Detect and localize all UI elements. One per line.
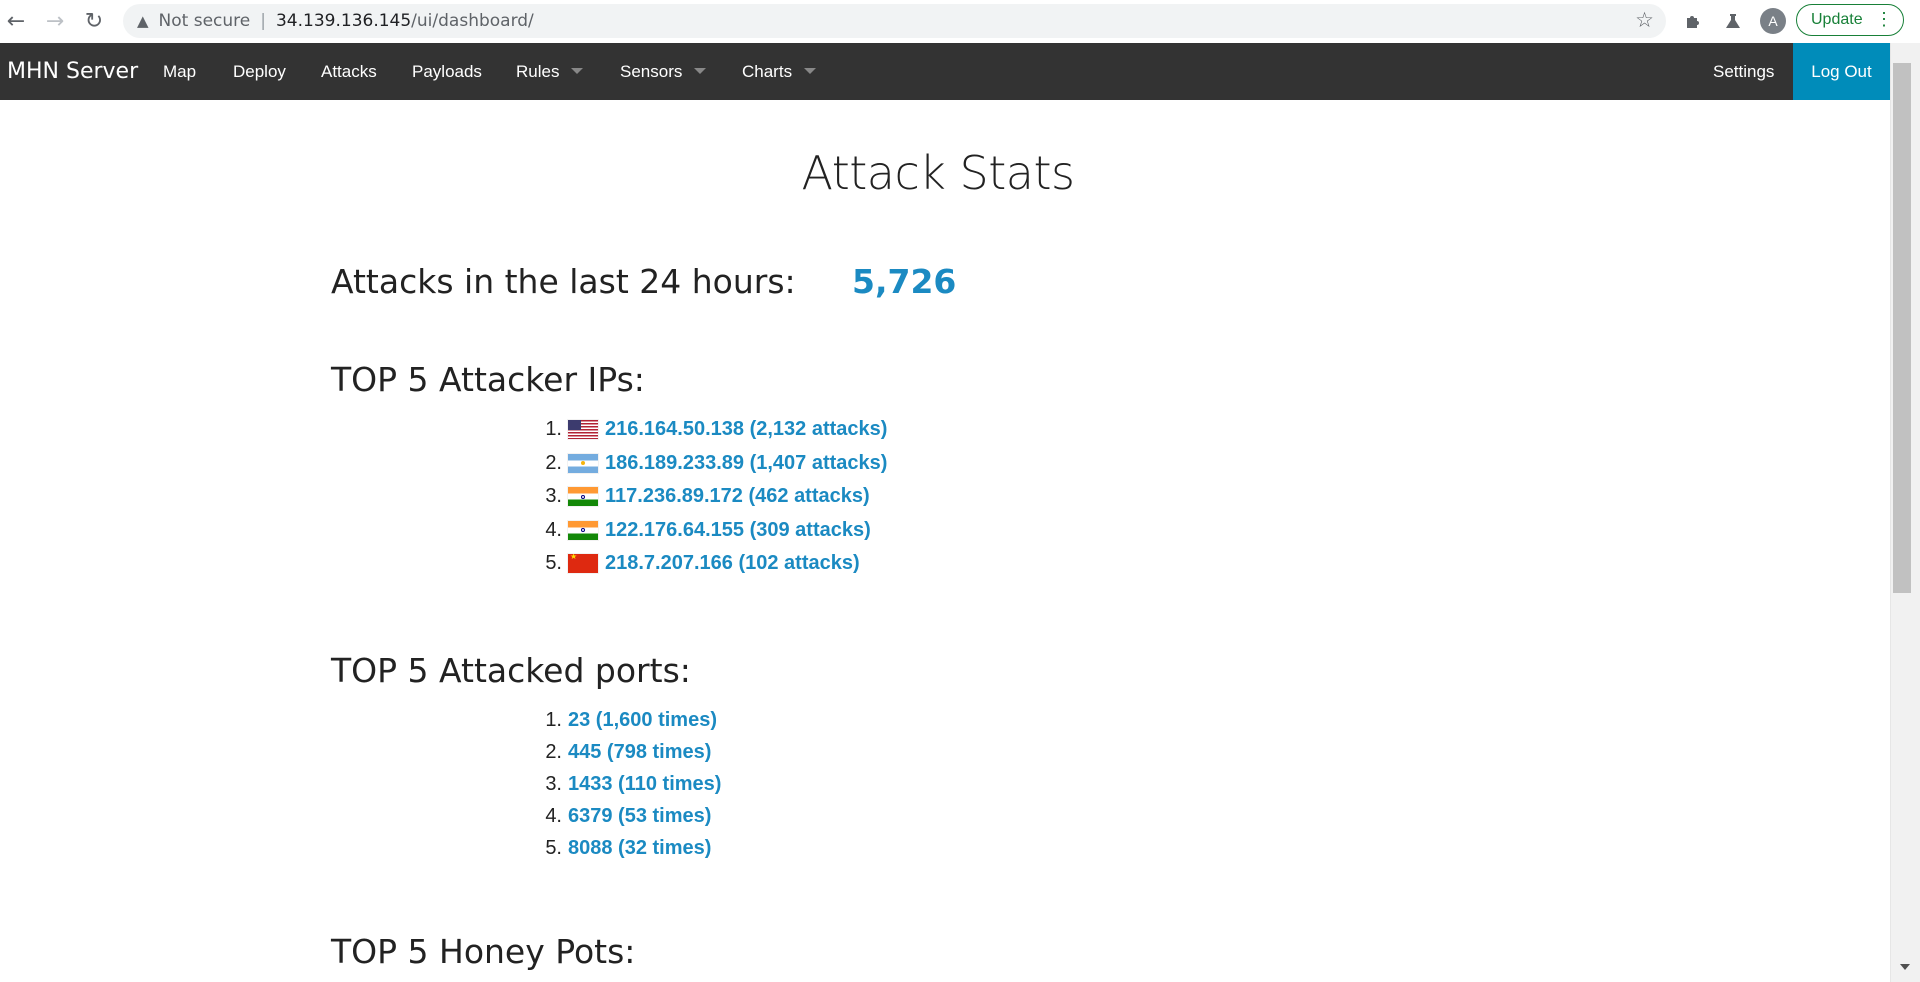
- cn-flag-icon: [568, 554, 598, 574]
- attacked-port-link[interactable]: 1433 (110 times): [568, 773, 721, 796]
- extensions-puzzle-icon[interactable]: [1680, 8, 1706, 34]
- list-item-number: 5.: [545, 836, 562, 859]
- list-item-number: 2.: [545, 451, 562, 474]
- list-item: 1. 216.164.50.138 (2,132 attacks): [536, 413, 887, 447]
- top-ips-heading: TOP 5 Attacker IPs:: [331, 360, 645, 399]
- update-label: Update: [1811, 11, 1863, 28]
- nav-charts-label: Charts: [742, 62, 793, 81]
- attacked-port-link[interactable]: 8088 (32 times): [568, 837, 711, 860]
- list-item: 5. 218.7.207.166 (102 attacks): [536, 547, 887, 581]
- caret-down-icon: [571, 67, 584, 74]
- nav-rules-dropdown[interactable]: Rules: [516, 43, 584, 100]
- reload-icon[interactable]: ↻: [80, 7, 108, 35]
- top-ports-heading: TOP 5 Attacked ports:: [331, 651, 691, 690]
- scroll-down-arrow-icon[interactable]: [1900, 964, 1910, 970]
- nav-sensors-dropdown[interactable]: Sensors: [620, 43, 707, 100]
- list-item-number: 1.: [545, 708, 562, 731]
- list-item: 4. 122.176.64.155 (309 attacks): [536, 514, 887, 548]
- browser-toolbar: ← → ↻ ▲ Not secure | 34.139.136.145/ui/d…: [0, 0, 1920, 44]
- list-item: 5. 8088 (32 times): [536, 832, 721, 864]
- attacks-24h-label: Attacks in the last 24 hours:: [331, 262, 796, 301]
- attacker-ip-link[interactable]: 117.236.89.172 (462 attacks): [605, 485, 870, 508]
- omnibox-separator: |: [260, 11, 266, 31]
- logout-button[interactable]: Log Out: [1793, 43, 1890, 100]
- list-item: 2. 445 (798 times): [536, 736, 721, 768]
- update-button[interactable]: Update ⋮: [1796, 4, 1904, 36]
- attacked-port-link[interactable]: 6379 (53 times): [568, 805, 711, 828]
- labs-flask-icon[interactable]: [1720, 8, 1746, 34]
- bookmark-star-icon[interactable]: ☆: [1635, 8, 1654, 32]
- forward-arrow-icon[interactable]: →: [41, 7, 69, 35]
- nav-rules-label: Rules: [516, 62, 560, 81]
- dashboard-content: Attack Stats Attacks in the last 24 hour…: [0, 100, 1890, 982]
- attacker-ip-link[interactable]: 122.176.64.155 (309 attacks): [605, 519, 871, 542]
- top-navbar: MHN Server Map Deploy Attacks Payloads R…: [0, 43, 1890, 100]
- attacker-ip-link[interactable]: 216.164.50.138 (2,132 attacks): [605, 418, 887, 441]
- warning-triangle-icon: ▲: [137, 12, 149, 30]
- attacked-port-link[interactable]: 445 (798 times): [568, 741, 711, 764]
- nav-settings[interactable]: Settings: [1713, 43, 1774, 100]
- page-title: Attack Stats: [801, 146, 1075, 200]
- back-arrow-icon[interactable]: ←: [2, 7, 30, 35]
- in-flag-icon: [568, 487, 598, 507]
- list-item-number: 3.: [545, 772, 562, 795]
- caret-down-icon: [804, 67, 817, 74]
- scrollbar-thumb[interactable]: [1893, 63, 1911, 593]
- attacker-ip-link[interactable]: 218.7.207.166 (102 attacks): [605, 552, 860, 575]
- attacker-ip-link[interactable]: 186.189.233.89 (1,407 attacks): [605, 452, 887, 475]
- list-item-number: 5.: [545, 552, 562, 575]
- nav-payloads[interactable]: Payloads: [412, 43, 482, 100]
- url-path: /ui/dashboard/: [411, 11, 534, 31]
- list-item-number: 2.: [545, 740, 562, 763]
- list-item: 3. 117.236.89.172 (462 attacks): [536, 480, 887, 514]
- nav-charts-dropdown[interactable]: Charts: [742, 43, 817, 100]
- address-bar[interactable]: ▲ Not secure | 34.139.136.145/ui/dashboa…: [123, 4, 1666, 38]
- list-item-number: 1.: [545, 418, 562, 441]
- top-ports-list: 1. 23 (1,600 times) 2. 445 (798 times) 3…: [536, 704, 721, 864]
- list-item: 3. 1433 (110 times): [536, 768, 721, 800]
- in-flag-icon: [568, 520, 598, 540]
- nav-attacks[interactable]: Attacks: [321, 43, 377, 100]
- top-ips-list: 1. 216.164.50.138 (2,132 attacks) 2. 186…: [536, 413, 887, 581]
- ar-flag-icon: [568, 453, 598, 473]
- top-honeypots-heading: TOP 5 Honey Pots:: [331, 932, 636, 971]
- list-item-number: 4.: [545, 518, 562, 541]
- url-host: 34.139.136.145: [275, 11, 412, 31]
- us-flag-icon: [568, 420, 598, 440]
- security-label: Not secure: [158, 11, 251, 31]
- list-item: 4. 6379 (53 times): [536, 800, 721, 832]
- list-item-number: 4.: [545, 804, 562, 827]
- attacked-port-link[interactable]: 23 (1,600 times): [568, 709, 717, 732]
- list-item: 2. 186.189.233.89 (1,407 attacks): [536, 447, 887, 481]
- page-scrollbar[interactable]: [1890, 43, 1920, 982]
- nav-map[interactable]: Map: [163, 43, 196, 100]
- nav-deploy[interactable]: Deploy: [233, 43, 286, 100]
- list-item: 1. 23 (1,600 times): [536, 704, 721, 736]
- brand-title[interactable]: MHN Server: [7, 43, 138, 100]
- caret-down-icon: [694, 67, 707, 74]
- attacks-24h-count: 5,726: [852, 262, 957, 301]
- profile-avatar[interactable]: A: [1760, 8, 1786, 34]
- kebab-menu-icon[interactable]: ⋮: [1875, 9, 1893, 30]
- list-item-number: 3.: [545, 485, 562, 508]
- nav-sensors-label: Sensors: [620, 62, 683, 81]
